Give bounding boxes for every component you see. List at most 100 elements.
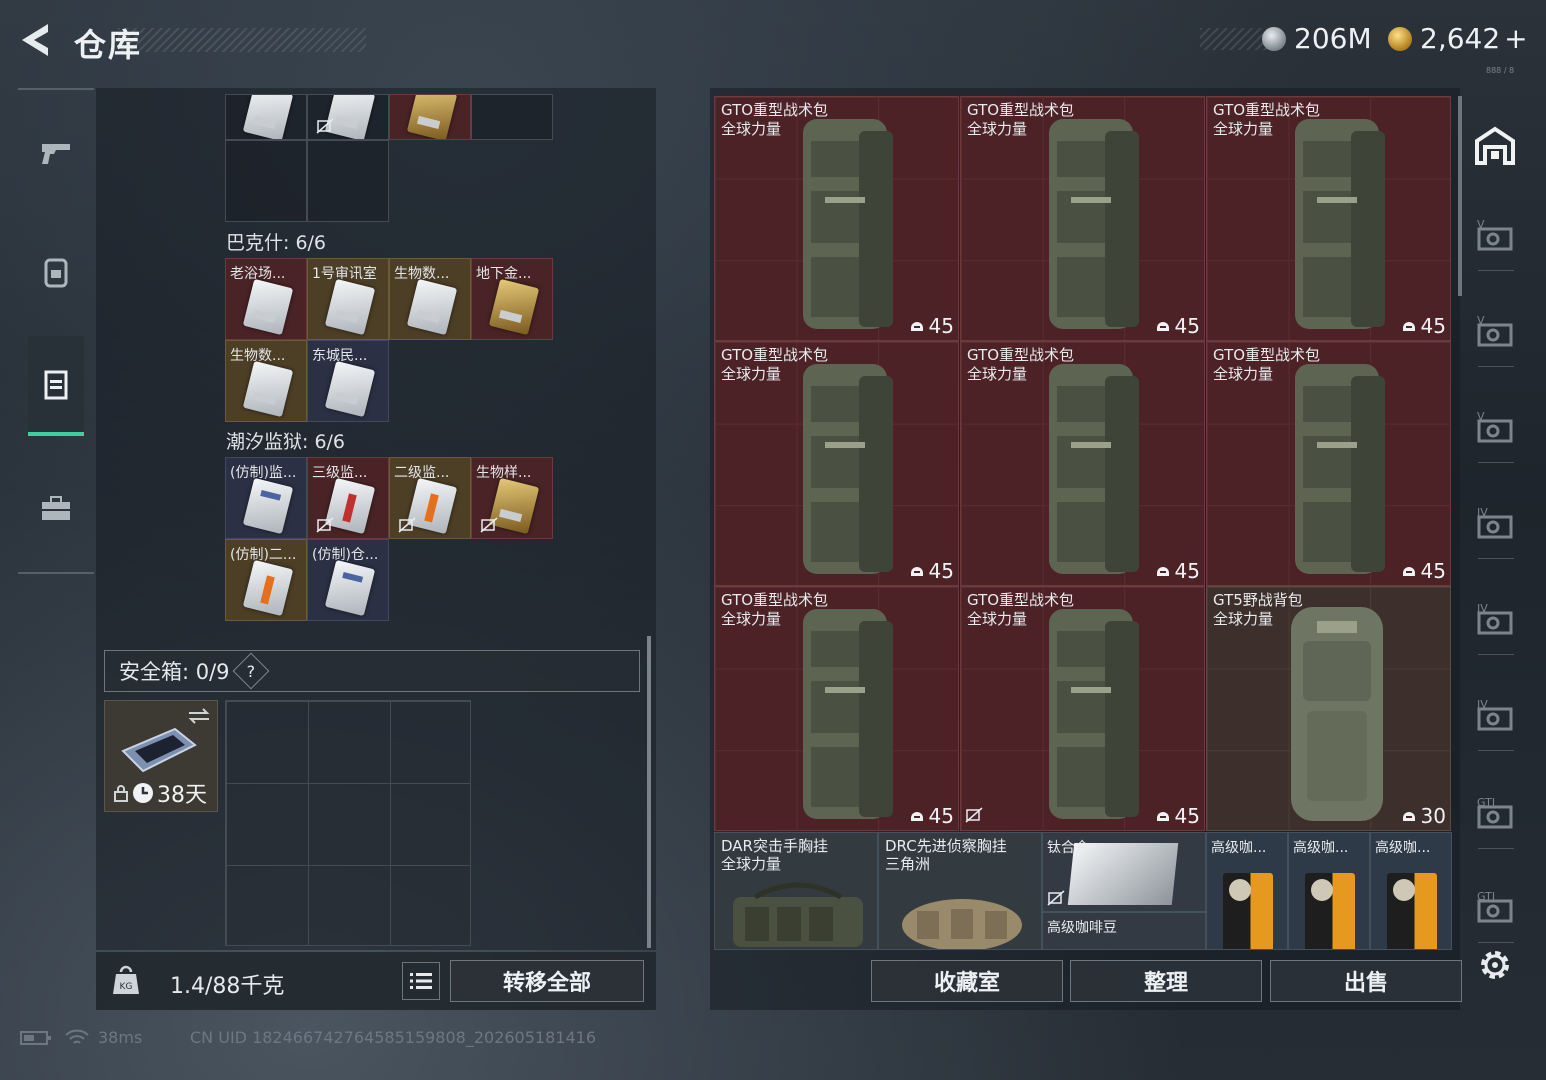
keycard-image: [488, 278, 540, 336]
chest-rig-item[interactable]: DRC先进侦察胸挂 三角洲: [878, 832, 1042, 950]
stash-tab-icon: V: [1477, 314, 1513, 347]
capacity-label: 45: [1401, 314, 1446, 338]
keycard-slot[interactable]: (仿制)仓...: [307, 539, 389, 621]
chest-rig-item[interactable]: DAR突击手胸挂 全球力量: [714, 832, 878, 950]
svg-text:IV: IV: [1477, 506, 1488, 519]
tab-equipment[interactable]: [28, 222, 84, 322]
svg-text:V: V: [1477, 218, 1485, 231]
keycard-slot[interactable]: 1号审讯室: [307, 258, 389, 340]
keycard-slot[interactable]: 东城民...: [307, 340, 389, 422]
gold-add-button[interactable]: +: [1504, 22, 1527, 55]
no-card-icon: [1047, 890, 1065, 906]
wifi-icon: [65, 1029, 89, 1044]
item-name: 高级咖啡豆: [1047, 920, 1117, 936]
battery-icon: [20, 1030, 51, 1045]
empty-slot[interactable]: [307, 140, 389, 222]
item-name: GTO重型战术包 全球力量: [721, 591, 829, 628]
keycard-slot[interactable]: [389, 94, 471, 140]
safe-box-grid[interactable]: [225, 700, 471, 946]
item-label: (仿制)二...: [230, 547, 297, 563]
list-view-button[interactable]: [402, 962, 440, 1000]
backpack-item[interactable]: GTO重型战术包 全球力量 45: [714, 96, 959, 341]
keycard-slot[interactable]: 二级监...: [389, 457, 471, 539]
transfer-all-button[interactable]: 转移全部: [450, 960, 644, 1002]
keycard-slot[interactable]: 地下金...: [471, 258, 553, 340]
stash-tab-8[interactable]: GTI: [1470, 884, 1520, 934]
pistol-icon: [42, 144, 70, 164]
keycard-slot[interactable]: [225, 94, 307, 140]
backpack-item[interactable]: GTO重型战术包 全球力量 45: [1206, 341, 1451, 586]
keycard-slot[interactable]: (仿制)监...: [225, 457, 307, 539]
backpack-item[interactable]: GT5野战背包 全球力量 30: [1206, 586, 1451, 831]
tab-weapons[interactable]: [28, 102, 84, 202]
item-name: GTO重型战术包 全球力量: [967, 591, 1075, 628]
tab-inventory[interactable]: [28, 336, 84, 436]
inventory-scrollbar[interactable]: [647, 636, 651, 948]
capacity-label: 45: [1401, 559, 1446, 583]
safe-box-item[interactable]: 38天: [104, 700, 218, 812]
vest-icon: [44, 370, 68, 400]
sell-button[interactable]: 出售: [1270, 960, 1462, 1002]
safe-case-image: [121, 727, 197, 773]
tab-briefcase[interactable]: [28, 458, 84, 558]
stash-scrollbar[interactable]: [1458, 96, 1462, 296]
backpack-image: [803, 609, 893, 819]
tab-divider: [1478, 848, 1514, 849]
stash-tab-4[interactable]: IV: [1470, 500, 1520, 550]
no-card-icon: [480, 517, 498, 533]
backpack-item[interactable]: GTO重型战术包 全球力量 45: [960, 341, 1205, 586]
keycard-image: [242, 95, 294, 139]
coffee-item[interactable]: 高级咖...: [1288, 832, 1370, 950]
ping-value: 38ms: [98, 1028, 143, 1047]
helmet-icon: [1155, 314, 1175, 338]
backpack-item[interactable]: GTO重型战术包 全球力量 45: [714, 586, 959, 831]
coffee-item[interactable]: 高级咖...: [1370, 832, 1452, 950]
sort-button[interactable]: 整理: [1070, 960, 1262, 1002]
silver-amount: 206M: [1294, 22, 1372, 55]
swap-icon[interactable]: [187, 707, 211, 725]
backpack-item[interactable]: GTO重型战术包 全球力量 45: [1206, 96, 1451, 341]
backpack-item[interactable]: GTO重型战术包 全球力量 45: [714, 341, 959, 586]
collection-room-button[interactable]: 收藏室: [871, 960, 1063, 1002]
empty-slot[interactable]: [225, 140, 307, 222]
keycard-slot[interactable]: (仿制)二...: [225, 539, 307, 621]
titanium-item[interactable]: 钛合金: [1042, 832, 1206, 912]
stash-tab-7[interactable]: GTI: [1470, 790, 1520, 840]
helmet-icon: [1155, 559, 1175, 583]
stash-tab-2[interactable]: V: [1470, 308, 1520, 358]
keycard-slot[interactable]: 生物数...: [389, 258, 471, 340]
keycard-slot[interactable]: [307, 94, 389, 140]
keycard-image: [324, 278, 376, 336]
empty-slot[interactable]: [471, 94, 553, 140]
help-button[interactable]: ?: [232, 652, 269, 690]
stash-tab-5[interactable]: IV: [1470, 596, 1520, 646]
svg-text:V: V: [1477, 410, 1485, 423]
backpack-item[interactable]: GTO重型战术包 全球力量 45: [960, 96, 1205, 341]
backpack-item[interactable]: GTO重型战术包 全球力量 45: [960, 586, 1205, 831]
back-button[interactable]: [16, 18, 56, 62]
stash-tab-1[interactable]: V: [1470, 212, 1520, 262]
capacity-label: 45: [1155, 804, 1200, 828]
keycard-slot[interactable]: 生物样...: [471, 457, 553, 539]
stash-tab-3[interactable]: V: [1470, 404, 1520, 454]
keycard-slot[interactable]: 老浴场...: [225, 258, 307, 340]
settings-button[interactable]: [1470, 940, 1520, 990]
helmet-icon: [909, 559, 929, 583]
coffee-item[interactable]: 高级咖...: [1206, 832, 1288, 950]
gold-currency[interactable]: 2,642 +: [1388, 22, 1528, 55]
no-card-icon: [316, 118, 334, 134]
coffee-image: [1387, 873, 1437, 949]
stash-tab-icon: V: [1477, 410, 1513, 443]
keycard-slot[interactable]: 三级监...: [307, 457, 389, 539]
backpack-icon: [44, 258, 68, 288]
item-name: GTO重型战术包 全球力量: [967, 101, 1075, 138]
keycard-slot[interactable]: 生物数...: [225, 340, 307, 422]
helmet-icon: [909, 804, 929, 828]
coffee-bean-item[interactable]: 高级咖啡豆: [1042, 912, 1206, 950]
svg-text:GTI: GTI: [1477, 796, 1495, 809]
tab-divider: [1478, 558, 1514, 559]
stash-tab-6[interactable]: IV: [1470, 692, 1520, 742]
item-name: GTO重型战术包 全球力量: [721, 346, 829, 383]
coffee-image: [1223, 873, 1273, 949]
stash-home-tab[interactable]: [1470, 120, 1520, 170]
